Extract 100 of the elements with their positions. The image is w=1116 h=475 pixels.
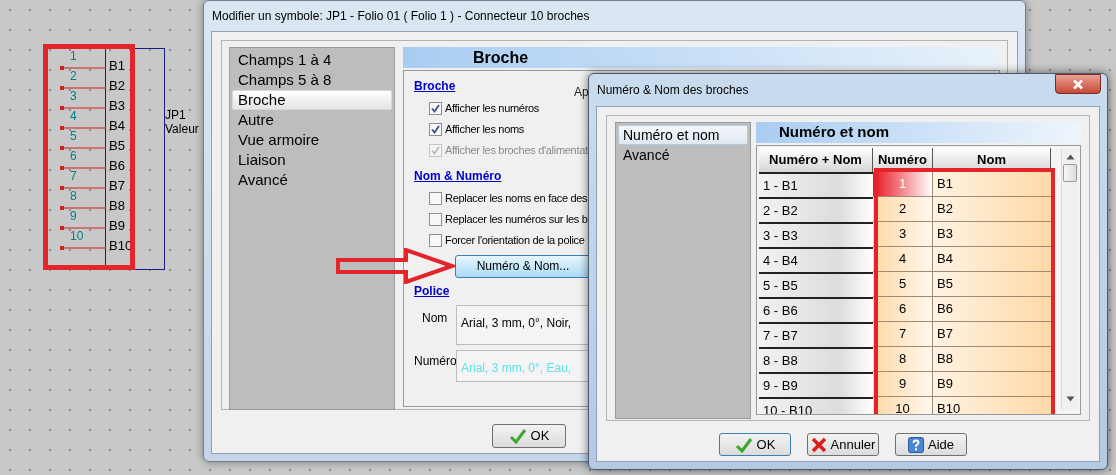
table-cell: 9 xyxy=(873,372,933,397)
pin-line xyxy=(60,225,106,231)
option-label: Replacer les numéros sur les b xyxy=(445,212,588,228)
table-cell: 3 xyxy=(873,222,933,247)
table-cell: 4 - B4 xyxy=(759,247,873,272)
pin-line xyxy=(60,65,106,71)
pin-names-button[interactable]: Numéro & Nom... xyxy=(455,254,591,278)
checkbox[interactable] xyxy=(429,234,442,247)
field-label: Nom xyxy=(421,309,449,327)
pin-line xyxy=(60,125,106,131)
pin-name: B4 xyxy=(109,119,125,133)
section-link[interactable]: Broche xyxy=(414,77,456,95)
table-cell: 5 xyxy=(873,272,933,297)
checkbox[interactable] xyxy=(429,213,442,226)
help-button[interactable]: Aide xyxy=(895,433,967,456)
pin-name: B9 xyxy=(109,219,125,233)
table-cell: 3 - B3 xyxy=(759,222,873,247)
table-cell: B4 xyxy=(933,247,1051,272)
table-cell: 2 xyxy=(873,197,933,222)
sidebar-item[interactable]: Broche xyxy=(232,90,392,110)
pin-name: B5 xyxy=(109,139,125,153)
ok-button[interactable]: OK xyxy=(492,424,566,448)
checkbox[interactable] xyxy=(429,102,442,115)
pin-number: 2 xyxy=(70,69,77,83)
close-icon xyxy=(1072,78,1084,90)
pin-number: 5 xyxy=(70,129,77,143)
table-cell: B6 xyxy=(933,297,1051,322)
scroll-bar[interactable] xyxy=(1061,148,1078,410)
table-cell: B7 xyxy=(933,322,1051,347)
reference-label: JP1 xyxy=(165,108,186,122)
table-cell: 1 - B1 xyxy=(759,172,873,197)
pin-number: 10 xyxy=(70,229,84,243)
table-cell: B1 xyxy=(933,172,1051,197)
table-cell: 6 - B6 xyxy=(759,297,873,322)
sidebar-item[interactable]: Autre xyxy=(232,110,392,130)
option-label: Forcer l'orientation de la police xyxy=(445,233,585,249)
table-cell: 7 xyxy=(873,322,933,347)
sidebar-item[interactable]: Liaison xyxy=(232,150,392,170)
ok-button[interactable]: OK xyxy=(719,433,791,456)
pin-name: B2 xyxy=(109,79,125,93)
section-link[interactable]: Nom & Numéro xyxy=(414,167,502,185)
scroll-down-icon[interactable] xyxy=(1065,396,1075,402)
pin-line xyxy=(60,245,106,251)
option-label: Afficher les noms xyxy=(445,122,525,138)
sidebar-item[interactable]: Avancé xyxy=(618,145,748,165)
section-header: Broche xyxy=(403,47,1000,68)
option-label: Ap xyxy=(574,84,589,101)
sidebar-item[interactable]: Champs 5 à 8 xyxy=(232,70,392,90)
pin-number: 7 xyxy=(70,169,77,183)
table-cell: 10 xyxy=(873,397,933,414)
scroll-thumb[interactable] xyxy=(1063,164,1077,182)
pin-line xyxy=(60,85,106,91)
table-cell: 8 - B8 xyxy=(759,347,873,372)
table-cell: 9 - B9 xyxy=(759,372,873,397)
pin-line xyxy=(60,205,106,211)
field-value: Arial, 3 mm, 0°, Noir, xyxy=(461,315,572,330)
table-cell: 2 - B2 xyxy=(759,197,873,222)
column-header[interactable]: Numéro + Nom xyxy=(759,148,873,172)
pin-number: 6 xyxy=(70,149,77,163)
sidebar-item[interactable]: Vue armoire xyxy=(232,130,392,150)
check-icon xyxy=(508,428,527,444)
pin-number: 9 xyxy=(70,209,77,223)
sidebar-item[interactable]: Champs 1 à 4 xyxy=(232,50,392,70)
table-cell: B3 xyxy=(933,222,1051,247)
pin-number: 3 xyxy=(70,89,77,103)
table-cell: B8 xyxy=(933,347,1051,372)
value-label: Valeur xyxy=(165,122,199,136)
section-header: Numéro et nom xyxy=(756,122,1081,143)
pin-name: B3 xyxy=(109,99,125,113)
pin-number: 4 xyxy=(70,109,77,123)
close-button[interactable] xyxy=(1055,74,1101,94)
pin-line xyxy=(60,145,106,151)
pin-line xyxy=(60,165,106,171)
checkbox[interactable] xyxy=(429,192,442,205)
table-cell: 6 xyxy=(873,297,933,322)
pin-line xyxy=(60,105,106,111)
table-cell: 7 - B7 xyxy=(759,322,873,347)
window-title: Modifier un symbole: JP1 - Folio 01 ( Folio 1 ) - Connecteur 10 broches xyxy=(211,8,591,25)
sidebar-item[interactable]: Numéro et nom xyxy=(618,125,748,145)
sidebar-item[interactable]: Avancé xyxy=(232,170,392,190)
pin-name: B6 xyxy=(109,159,125,173)
cancel-button[interactable]: Annuler xyxy=(807,433,879,456)
checkbox[interactable] xyxy=(429,123,442,136)
table-cell: 4 xyxy=(873,247,933,272)
pin-name: B7 xyxy=(109,179,125,193)
pin-line xyxy=(60,185,106,191)
table-cell: 8 xyxy=(873,347,933,372)
section-link[interactable]: Police xyxy=(414,281,450,300)
table-cell: 5 - B5 xyxy=(759,272,873,297)
table-cell: B9 xyxy=(933,372,1051,397)
pin-number: 1 xyxy=(70,49,77,63)
pin-name: B8 xyxy=(109,199,125,213)
table-cell: B10 xyxy=(933,397,1051,414)
scroll-up-icon[interactable] xyxy=(1065,154,1075,160)
table-cell: B2 xyxy=(933,197,1051,222)
cross-icon xyxy=(810,436,827,453)
field-value: Arial, 3 mm, 0°, Eau, xyxy=(461,360,572,375)
option-label: Replacer les noms en face des xyxy=(445,191,588,207)
window-title: Numéro & Nom des broches xyxy=(597,82,749,99)
pin-name: B1 xyxy=(109,59,125,73)
